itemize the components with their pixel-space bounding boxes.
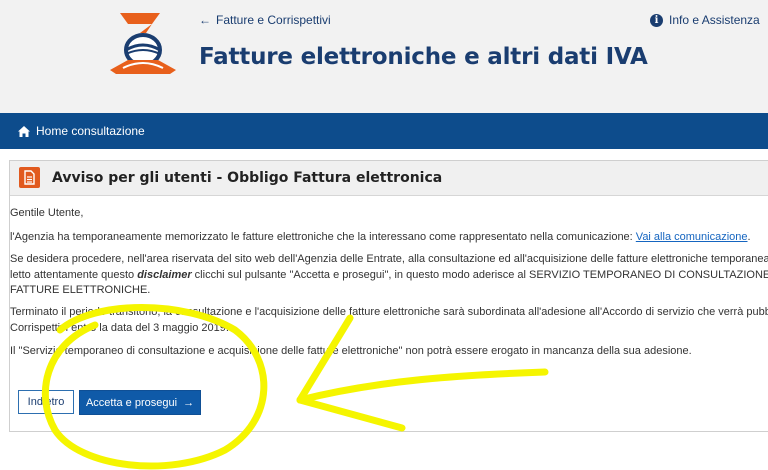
arrow-right-icon: →	[183, 396, 195, 409]
info-assistenza-link[interactable]: i Info e Assistenza	[650, 13, 760, 27]
fatture-corrispettivi-link[interactable]: ← Fatture e Corrispettivi	[199, 13, 331, 27]
indietro-button[interactable]: Indietro	[18, 390, 74, 414]
home-icon	[18, 125, 30, 137]
disclaimer-emphasis: disclaimer	[137, 268, 192, 281]
notice-title: Avviso per gli utenti - Obbligo Fattura …	[52, 170, 443, 186]
home-consultazione-link[interactable]: Home consultazione	[18, 124, 145, 138]
vai-alla-comunicazione-link[interactable]: Vai alla comunicazione	[636, 231, 748, 243]
greeting-text: Gentile Utente,	[10, 207, 84, 219]
info-icon: i	[650, 13, 663, 27]
site-header: ← Fatture e Corrispettivi i Info e Assis…	[0, 0, 768, 113]
arrow-left-icon: ←	[199, 13, 211, 27]
accetta-prosegui-button[interactable]: Accetta e prosegui →	[79, 390, 201, 415]
paragraph-transition: Terminato il periodo transitorio, la con…	[10, 306, 768, 334]
document-icon	[19, 167, 40, 188]
agenzia-entrate-logo	[110, 13, 176, 74]
top-navbar: Home consultazione	[0, 113, 768, 149]
paragraph-disclaimer: Se desidera procedere, nell'area riserva…	[10, 253, 768, 296]
notice-header: Avviso per gli utenti - Obbligo Fattura …	[10, 161, 768, 196]
page-title: Fatture elettroniche e altri dati IVA	[199, 44, 648, 70]
paragraph-communication: l'Agenzia ha temporaneamente memorizzato…	[10, 231, 751, 243]
paragraph-service-notice: Il "Servizio temporaneo di consultazione…	[10, 345, 692, 357]
